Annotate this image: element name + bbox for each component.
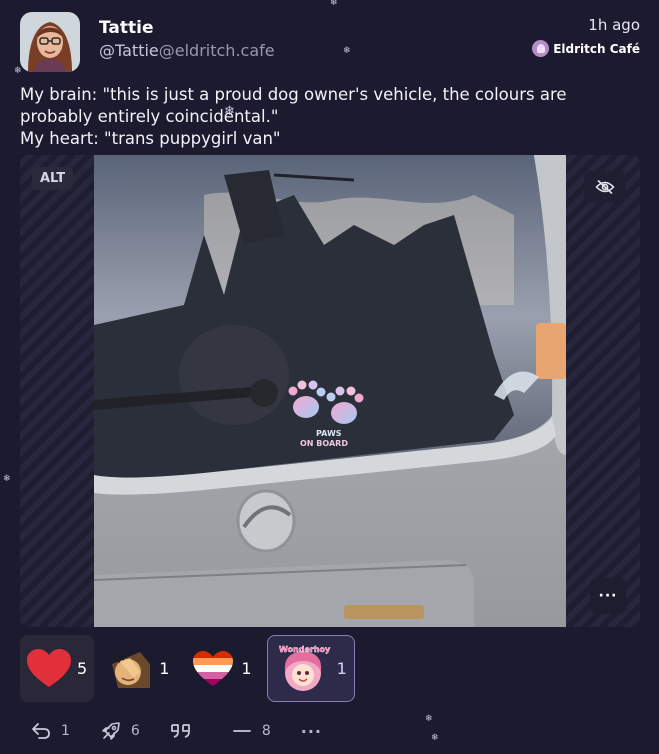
van-photo[interactable]: PAWS ON BOARD: [94, 155, 566, 627]
heart-emoji-icon: [27, 647, 71, 691]
instance-logo-icon: [532, 40, 550, 57]
snowflake-decoration: ❄: [431, 733, 439, 743]
reaction-wonderhoy[interactable]: Wonderhoy! 1: [266, 635, 355, 702]
react-button[interactable]: 8: [231, 720, 271, 742]
handle-domain: @eldritch.cafe: [158, 41, 275, 60]
boost-count: 6: [130, 723, 140, 739]
post-text-line: probably entirely coincidental.": [20, 107, 279, 126]
snowflake-decoration: ❄: [330, 0, 338, 8]
snowflake-decoration: ❄: [425, 714, 433, 724]
quote-icon: [170, 720, 192, 742]
snowflake-decoration: ❄: [14, 66, 22, 76]
reply-count: 1: [61, 723, 70, 739]
reaction-heart[interactable]: 5: [20, 635, 95, 702]
reaction-count: 5: [77, 659, 88, 678]
eye-off-icon: [595, 179, 615, 195]
quote-button[interactable]: [170, 720, 201, 742]
alt-text-badge[interactable]: ALT: [32, 167, 74, 190]
more-options-button[interactable]: ···: [301, 722, 322, 741]
facepalm-blob-emoji-icon: [109, 647, 153, 691]
boost-button[interactable]: 6: [100, 720, 140, 742]
avatar[interactable]: [20, 12, 80, 72]
reaction-count: 1: [336, 659, 347, 678]
reaction-count: 1: [159, 659, 170, 678]
sticker-text-on-board: ON BOARD: [300, 439, 348, 448]
rocket-icon: [100, 720, 122, 742]
snowflake-decoration: ❄: [343, 46, 351, 56]
more-icon: ···: [300, 721, 322, 741]
lesbian-flag-heart-emoji-icon: [191, 647, 235, 691]
reaction-lesbian-flag-heart[interactable]: 1: [184, 635, 258, 702]
minus-icon: [231, 720, 253, 742]
post-text-line: My brain: "this is just a proud dog owne…: [20, 85, 567, 104]
sticker-text-paws: PAWS: [316, 429, 342, 438]
author-display-name[interactable]: Tattie: [99, 18, 154, 38]
post-content: My brain: "this is just a proud dog owne…: [20, 84, 640, 150]
reply-icon: [30, 720, 52, 742]
instance-badge[interactable]: Eldritch Café: [532, 39, 640, 58]
wonderhoy-emoji-text: Wonderhoy!: [279, 645, 331, 654]
reply-button[interactable]: 1: [30, 720, 70, 742]
post-timestamp[interactable]: 1h ago: [588, 16, 640, 34]
author-handle[interactable]: @Tattie@eldritch.cafe: [99, 41, 275, 60]
media-attachment[interactable]: PAWS ON BOARD ALT ···: [20, 155, 640, 627]
post-actions: 1 6 8 ···: [30, 720, 352, 742]
handle-user: @Tattie: [99, 41, 159, 60]
react-count: 8: [261, 723, 271, 739]
hide-media-button[interactable]: [584, 171, 626, 203]
wonderhoy-emoji-icon: Wonderhoy!: [275, 641, 331, 697]
reaction-count: 1: [241, 659, 252, 678]
reactions-bar: 5 1 1 Wonderhoy! 1: [20, 635, 355, 702]
reaction-facepalm[interactable]: 1: [102, 635, 176, 702]
snowflake-decoration: ❄: [3, 474, 11, 484]
media-more-button[interactable]: ···: [590, 578, 626, 614]
post-text-line: My heart: "trans puppygirl van": [20, 129, 281, 148]
instance-name: Eldritch Café: [553, 41, 640, 56]
